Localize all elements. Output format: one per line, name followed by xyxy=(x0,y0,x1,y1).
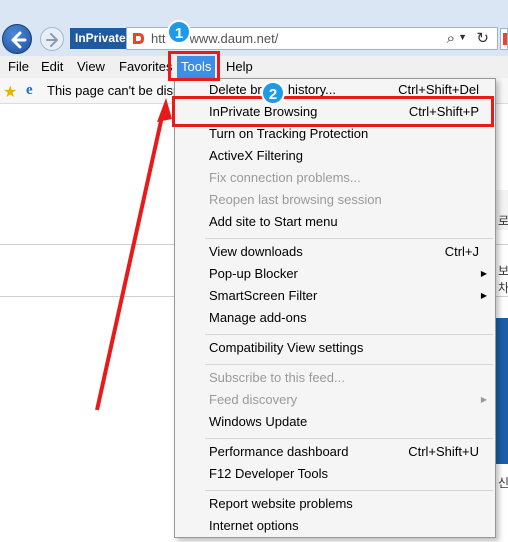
step-1-badge: 1 xyxy=(167,20,191,44)
step-2-badge: 2 xyxy=(261,81,285,105)
tools-highlight-box xyxy=(168,51,220,81)
red-arrow-annotation xyxy=(95,98,172,411)
inprivate-highlight-box xyxy=(172,96,494,127)
